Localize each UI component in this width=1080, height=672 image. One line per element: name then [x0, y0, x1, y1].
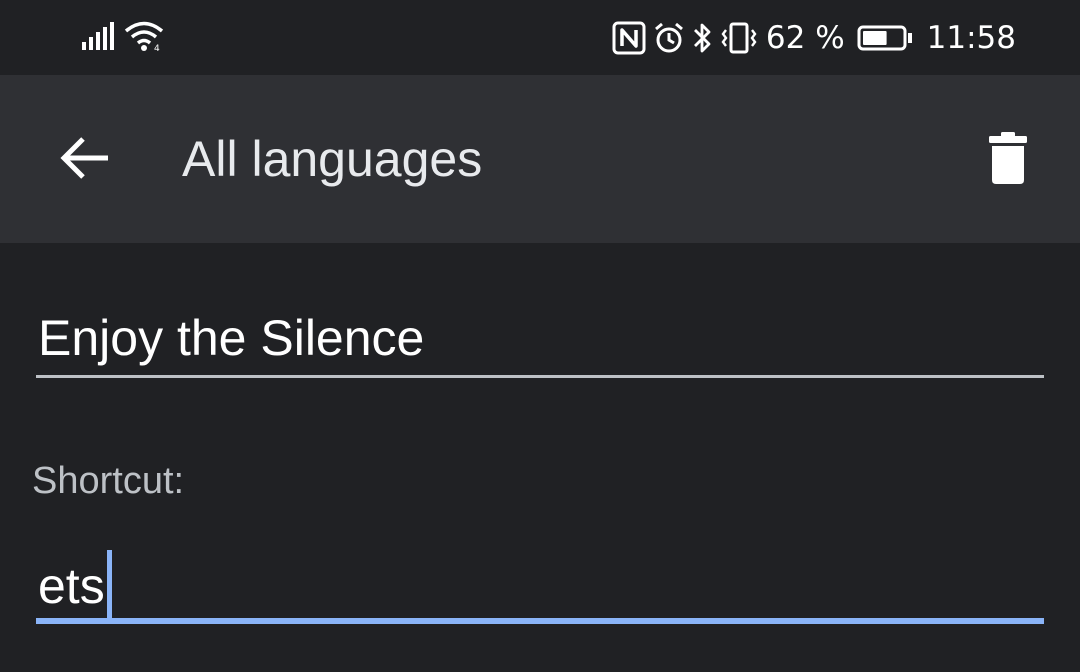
battery-percent: 62 %	[765, 20, 845, 56]
bluetooth-icon	[692, 21, 714, 55]
battery-icon	[857, 24, 913, 52]
arrow-back-icon	[56, 134, 112, 187]
signal-icon	[82, 21, 116, 55]
vibrate-icon	[720, 21, 758, 55]
phrase-input-underline	[36, 375, 1044, 378]
phrase-input-value[interactable]: Enjoy the Silence	[38, 308, 424, 368]
back-button[interactable]	[48, 124, 120, 196]
wifi-icon: 4	[124, 20, 168, 57]
shortcut-input-value-wrap[interactable]: ets	[38, 550, 112, 622]
status-bar: 4 62 % 11:58	[0, 0, 1080, 75]
dictionary-edit-screen: 4 62 % 11:58 All languages Enjoy the Sil…	[0, 0, 1080, 672]
app-bar: All languages	[0, 75, 1080, 243]
status-left: 4	[82, 18, 168, 58]
clock-time: 11:58	[926, 20, 1016, 56]
nfc-icon	[612, 21, 646, 55]
page-title: All languages	[182, 131, 483, 187]
shortcut-input-value[interactable]: ets	[38, 556, 105, 616]
battery-level-fill	[862, 31, 887, 45]
shortcut-input-underline	[36, 618, 1044, 624]
alarm-icon	[652, 21, 686, 55]
shortcut-input[interactable]: ets	[36, 536, 1044, 624]
delete-button[interactable]	[972, 120, 1044, 200]
shortcut-label: Shortcut:	[32, 460, 185, 502]
trash-icon	[988, 130, 1028, 191]
svg-text:4: 4	[154, 44, 160, 52]
phrase-input[interactable]: Enjoy the Silence	[36, 300, 1044, 378]
status-right: 62 % 11:58	[612, 14, 1016, 62]
text-cursor	[106, 550, 112, 622]
